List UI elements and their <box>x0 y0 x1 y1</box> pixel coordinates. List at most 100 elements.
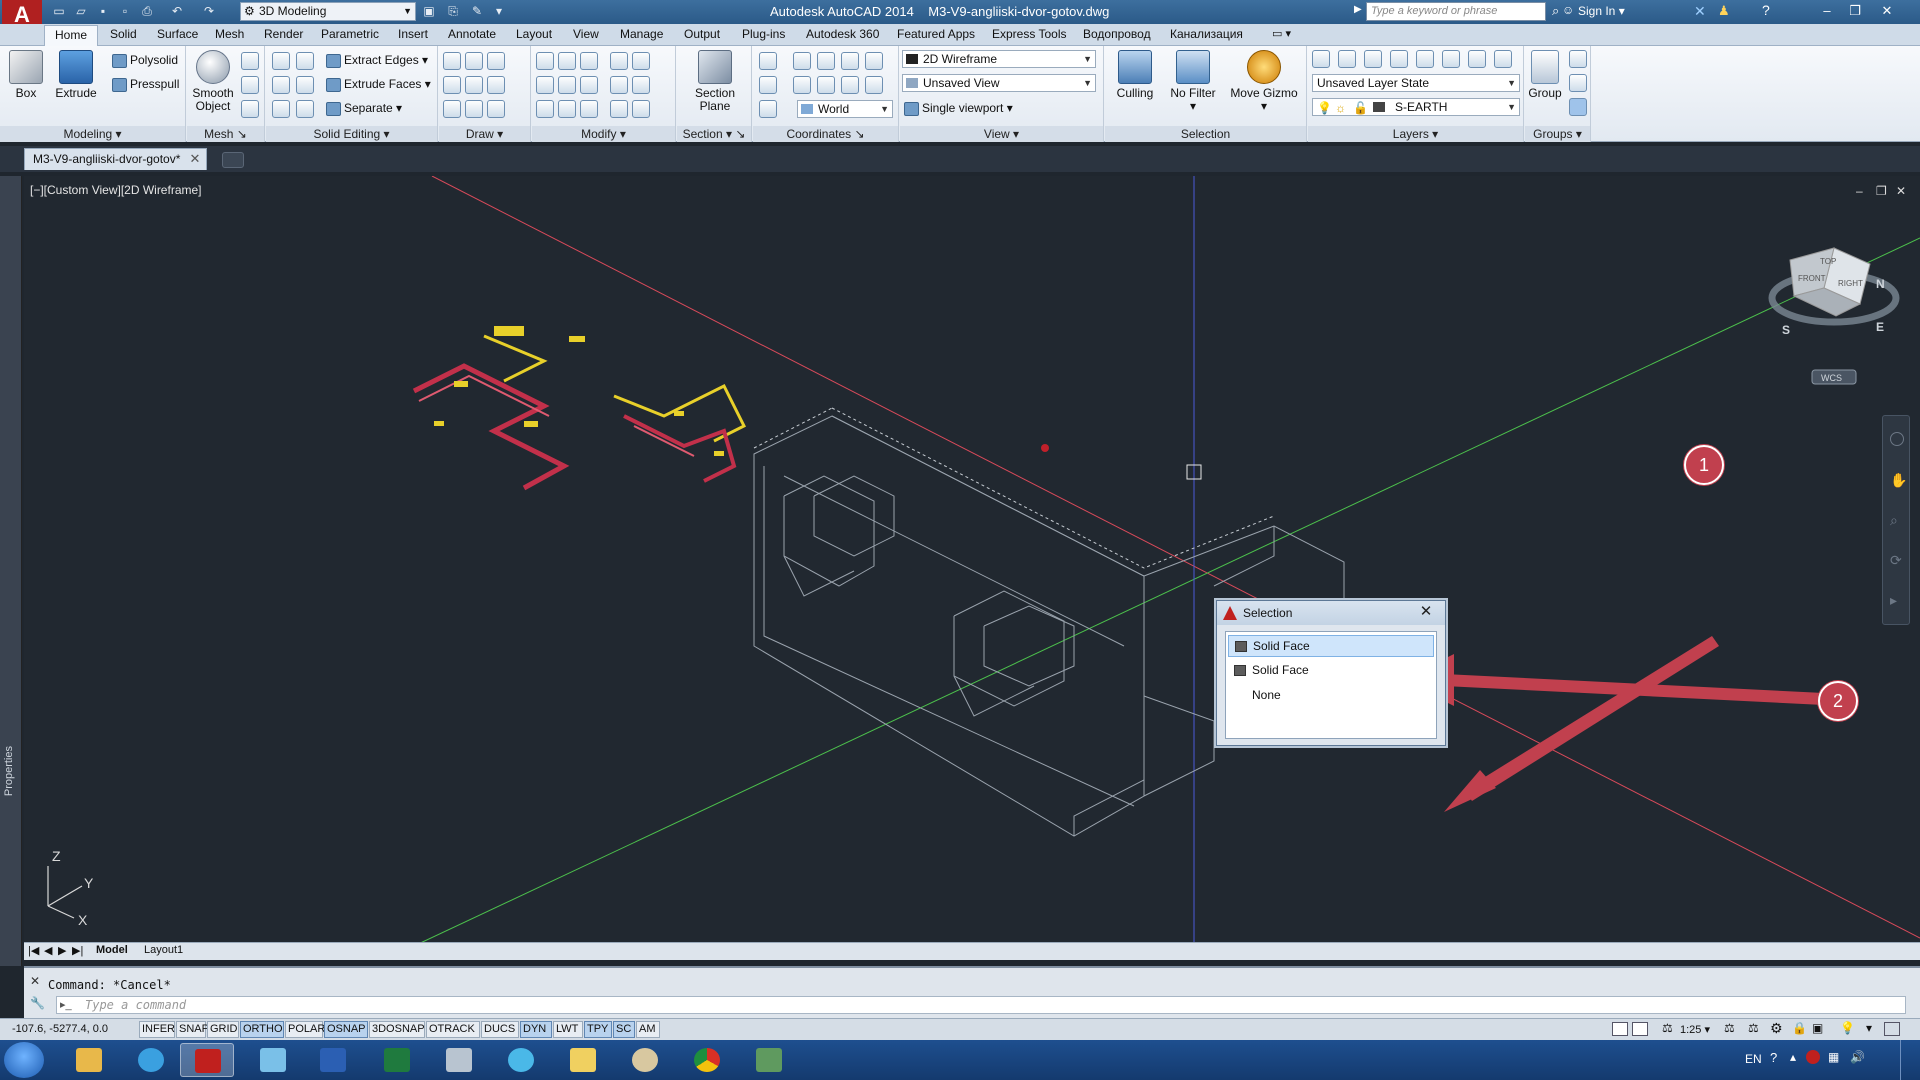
save-icon[interactable]: ▪ <box>94 3 112 20</box>
tab-parametric[interactable]: Parametric <box>321 27 379 41</box>
ungroup-icon[interactable] <box>1569 50 1587 68</box>
tab-render[interactable]: Render <box>264 27 303 41</box>
taskbar-app-4[interactable] <box>246 1043 300 1077</box>
ucs-view-icon[interactable] <box>793 52 811 70</box>
mesh-tool-icon[interactable] <box>241 52 259 70</box>
layer-properties-icon[interactable] <box>1312 50 1330 68</box>
status-toggle-3dosnap[interactable]: 3DOSNAP <box>369 1021 425 1038</box>
command-customize-icon[interactable]: 🔧 <box>30 996 45 1010</box>
tab-autodesk-360[interactable]: Autodesk 360 <box>806 27 879 41</box>
wcs-menu[interactable]: WCS <box>1811 369 1857 385</box>
network-icon[interactable]: ▦ <box>1828 1050 1839 1064</box>
ucs-origin-icon[interactable] <box>817 52 835 70</box>
tray-app-icon[interactable] <box>1806 1050 1820 1064</box>
panel-modeling-title[interactable]: Modeling ▾ <box>0 126 185 142</box>
3d-array-icon[interactable] <box>610 100 628 118</box>
orbit-icon[interactable]: ⟳ <box>1890 552 1902 569</box>
status-toggle-osnap[interactable]: OSNAP <box>324 1021 368 1038</box>
3d-mirror-icon[interactable] <box>610 76 628 94</box>
spline-icon[interactable] <box>443 76 461 94</box>
minimize-icon[interactable]: – <box>1816 2 1838 20</box>
tab-kanalizatsiya[interactable]: Канализация <box>1170 27 1243 41</box>
status-toggle-otrack[interactable]: OTRACK <box>426 1021 480 1038</box>
status-toggle-lwt[interactable]: LWT <box>553 1021 583 1038</box>
tab-layout[interactable]: Layout <box>516 27 552 41</box>
help-icon[interactable]: ? <box>1762 2 1770 18</box>
compass-e-label[interactable]: E <box>1876 320 1884 334</box>
stay-connected-icon[interactable]: ♟ <box>1718 3 1730 19</box>
document-tab[interactable]: M3-V9-angliiski-dvor-gotov* ✕ <box>24 148 208 170</box>
taskbar-app-9[interactable] <box>556 1043 610 1077</box>
steering-wheel-icon[interactable] <box>1890 432 1904 446</box>
clean-screen-icon[interactable] <box>1884 1022 1900 1036</box>
tab-annotate[interactable]: Annotate <box>448 27 496 41</box>
coordinate-readout[interactable]: -107.6, -5277.4, 0.0 <box>12 1023 108 1035</box>
union-icon[interactable] <box>272 52 290 70</box>
taskbar-app-8[interactable] <box>494 1043 548 1077</box>
erase-icon[interactable] <box>536 100 554 118</box>
status-toggle-grid[interactable]: GRID <box>207 1021 239 1038</box>
command-prompt-icon[interactable]: ▸_ <box>60 998 72 1011</box>
mesh-refine-icon[interactable] <box>241 76 259 94</box>
3d-scale-icon[interactable] <box>558 100 576 118</box>
search-input[interactable]: Type a keyword or phrase <box>1366 2 1546 21</box>
auto-scale-icon[interactable]: ⚖ <box>1748 1021 1759 1035</box>
layer-previous-icon[interactable] <box>1390 50 1408 68</box>
3d-align-icon[interactable] <box>610 52 628 70</box>
hardware-acceleration-icon[interactable]: ▣ <box>1812 1021 1823 1035</box>
save-as-icon[interactable]: ▫ <box>116 3 134 20</box>
no-filter-button[interactable]: No Filter ▾ <box>1163 50 1223 113</box>
tab-layout1[interactable]: Layout1 <box>144 944 183 956</box>
circle-icon[interactable] <box>487 76 505 94</box>
3d-rotate-icon[interactable] <box>558 76 576 94</box>
next-layout-icon[interactable]: ▶ <box>58 944 66 957</box>
panel-modify-title[interactable]: Modify ▾ <box>532 126 675 142</box>
layer-dropdown[interactable]: 💡 ☼ 🔓 S-EARTH ▼ <box>1312 98 1520 116</box>
status-toggle-infer[interactable]: INFER <box>139 1021 175 1038</box>
sign-in-button[interactable]: Sign In ▾ <box>1578 4 1625 18</box>
print-icon[interactable]: ⎙ <box>138 3 156 20</box>
ucs-y-icon[interactable] <box>817 76 835 94</box>
first-layout-icon[interactable]: |◀ <box>28 944 39 957</box>
plan-drawing-2[interactable] <box>613 383 747 483</box>
copy-icon[interactable] <box>536 76 554 94</box>
box-button[interactable]: Box <box>2 50 50 100</box>
panel-draw-title[interactable]: Draw ▾ <box>439 126 530 142</box>
plot-icon[interactable]: ⎘ <box>444 3 462 20</box>
compass-n-label[interactable]: N <box>1876 277 1885 291</box>
new-icon[interactable]: ▭ <box>50 3 68 20</box>
isolate-objects-icon[interactable]: 💡 <box>1840 1021 1855 1035</box>
ucs-named-icon[interactable] <box>759 76 777 94</box>
group-selection-icon[interactable] <box>1569 98 1587 116</box>
panel-coordinates-title[interactable]: Coordinates ↘ <box>753 126 898 142</box>
extract-edges-button[interactable]: Extract Edges ▾ <box>324 52 428 68</box>
taskbar-explorer[interactable] <box>62 1043 116 1077</box>
tab-model[interactable]: Model <box>96 944 128 956</box>
status-toggle-ortho[interactable]: ORTHO <box>240 1021 284 1038</box>
lock-ui-icon[interactable]: 🔒 <box>1792 1021 1807 1035</box>
exchange-icon[interactable]: ✕ <box>1694 3 1706 20</box>
viewcube-right-label[interactable]: RIGHT <box>1838 279 1863 288</box>
named-view-dropdown[interactable]: Unsaved View ▼ <box>902 74 1096 92</box>
ucs-world-dropdown[interactable]: World ▼ <box>797 100 893 118</box>
tab-insert[interactable]: Insert <box>398 27 428 41</box>
panel-solid-editing-title[interactable]: Solid Editing ▾ <box>266 126 437 142</box>
section-plane-button[interactable]: Section Plane <box>691 50 739 113</box>
polygon-icon[interactable] <box>443 100 461 118</box>
viewport-restore-icon[interactable]: ❐ <box>1876 184 1887 198</box>
visual-style-dropdown[interactable]: 2D Wireframe ▼ <box>902 50 1096 68</box>
panel-view-title[interactable]: View ▾ <box>900 126 1103 142</box>
viewport-controls-label[interactable]: [−][Custom View][2D Wireframe] <box>30 183 202 197</box>
taskbar-calculator[interactable] <box>432 1043 486 1077</box>
list-item-none[interactable]: None <box>1228 685 1434 707</box>
list-item-solid-face-2[interactable]: Solid Face <box>1228 660 1434 682</box>
annotation-scale[interactable]: 1:25 ▾ <box>1680 1023 1710 1036</box>
group-button[interactable]: Group <box>1525 50 1565 100</box>
workspace-dropdown[interactable]: ⚙ 3D Modeling ▼ <box>240 2 416 21</box>
layer-freeze-icon[interactable] <box>1468 50 1486 68</box>
annotation-scale-icon[interactable]: ⚖ <box>1662 1021 1673 1035</box>
tab-surface[interactable]: Surface <box>157 27 198 41</box>
slice-icon[interactable] <box>296 52 314 70</box>
tab-vodoprovod[interactable]: Водопровод <box>1083 27 1151 41</box>
ucs-z-icon[interactable] <box>841 76 859 94</box>
